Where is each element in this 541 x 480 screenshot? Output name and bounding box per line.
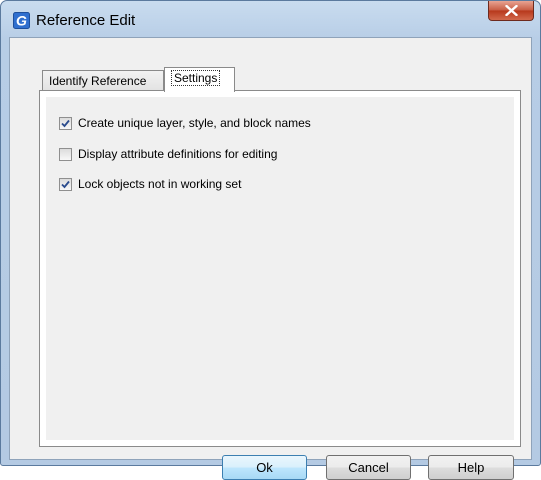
app-logo-icon: G <box>13 12 30 29</box>
close-button[interactable] <box>488 1 534 21</box>
option-label: Lock objects not in working set <box>78 177 242 191</box>
lock-objects-checkbox[interactable] <box>59 177 72 191</box>
option-lock-objects[interactable]: Lock objects not in working set <box>59 176 241 192</box>
reference-edit-dialog: G Reference Edit Identify Reference Sett… <box>0 0 541 480</box>
option-display-attribute-definitions[interactable]: Display attribute definitions for editin… <box>59 146 277 162</box>
check-icon <box>61 180 70 188</box>
window-title: Reference Edit <box>36 12 136 29</box>
settings-panel: Create unique layer, style, and block na… <box>39 90 521 447</box>
tab-settings[interactable]: Settings <box>164 67 235 92</box>
tab-identify-reference[interactable]: Identify Reference <box>42 70 164 90</box>
create-unique-names-checkbox[interactable] <box>59 116 72 130</box>
option-create-unique-names[interactable]: Create unique layer, style, and block na… <box>59 115 311 131</box>
ok-button[interactable]: Ok <box>222 455 307 480</box>
cancel-button[interactable]: Cancel <box>326 455 411 480</box>
close-icon <box>505 5 518 16</box>
help-button[interactable]: Help <box>428 455 514 480</box>
tab-label: Settings <box>171 70 221 86</box>
dialog-client-area: Identify Reference Settings Create uniqu… <box>9 37 532 480</box>
option-label: Display attribute definitions for editin… <box>78 147 278 161</box>
tab-label: Identify Reference <box>49 74 147 88</box>
svg-text:G: G <box>16 13 27 29</box>
display-attribute-definitions-checkbox[interactable] <box>59 147 72 161</box>
option-label: Create unique layer, style, and block na… <box>78 116 311 130</box>
title-bar[interactable]: G Reference Edit <box>1 1 540 35</box>
check-icon <box>61 119 70 127</box>
